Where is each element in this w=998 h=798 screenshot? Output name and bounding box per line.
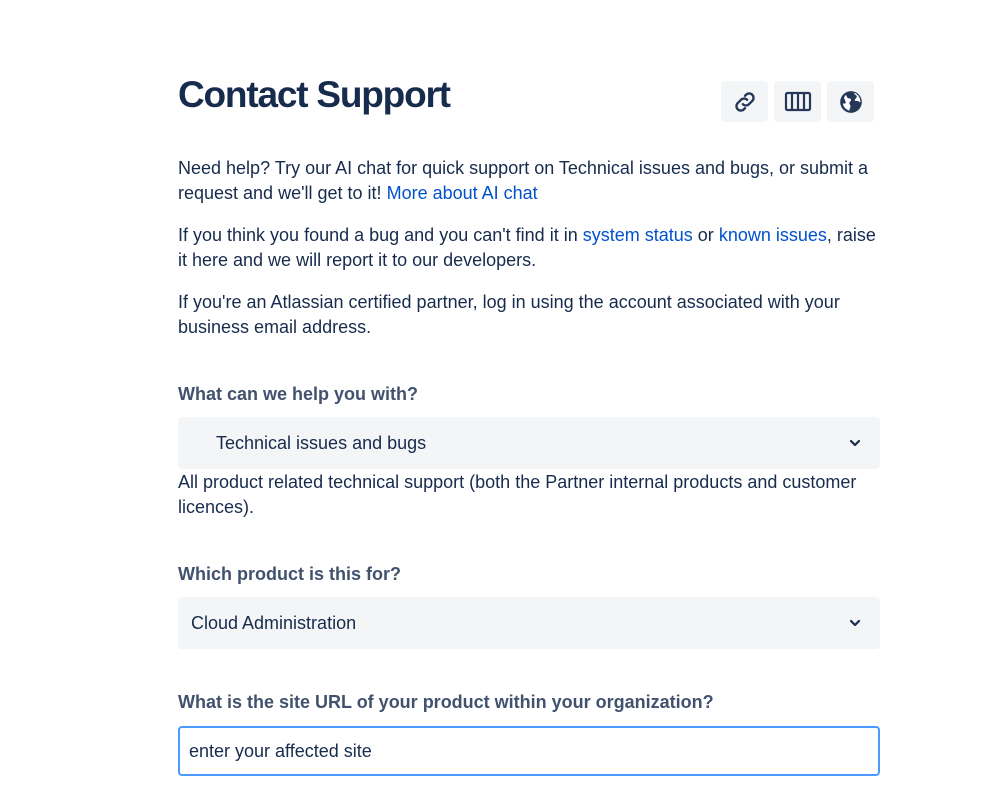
intro-ai-chat: Need help? Try our AI chat for quick sup… bbox=[178, 156, 880, 206]
board-button[interactable] bbox=[774, 81, 821, 122]
known-issues-link[interactable]: known issues bbox=[719, 225, 827, 245]
product-label: Which product is this for? bbox=[178, 564, 401, 584]
intro-partner-note: If you're an Atlassian certified partner… bbox=[178, 292, 840, 337]
system-status-link[interactable]: system status bbox=[583, 225, 693, 245]
product-select[interactable]: Cloud Administration bbox=[178, 597, 880, 649]
intro-bug-report: If you think you found a bug and you can… bbox=[178, 223, 880, 273]
copy-link-button[interactable] bbox=[721, 81, 768, 122]
globe-icon bbox=[839, 90, 862, 113]
help-type-label: What can we help you with? bbox=[178, 384, 419, 404]
header-actions bbox=[721, 81, 874, 122]
help-type-value: Technical issues and bugs bbox=[216, 432, 427, 453]
intro-or-text: or bbox=[697, 225, 714, 245]
language-button[interactable] bbox=[827, 81, 874, 122]
chevron-down-icon bbox=[849, 439, 861, 447]
page-title: Contact Support bbox=[178, 74, 451, 115]
site-url-label: What is the site URL of your product wit… bbox=[178, 692, 714, 712]
more-about-ai-chat-link[interactable]: More about AI chat bbox=[387, 183, 538, 203]
link-icon bbox=[734, 91, 755, 112]
site-url-input[interactable] bbox=[178, 726, 880, 776]
board-icon bbox=[784, 91, 811, 111]
chevron-down-icon bbox=[849, 619, 861, 627]
intro-bug-text: If you think you found a bug and you can… bbox=[178, 225, 578, 245]
help-type-description: All product related technical support (b… bbox=[178, 472, 857, 517]
product-value: Cloud Administration bbox=[191, 612, 357, 633]
help-type-select[interactable]: Technical issues and bugs bbox=[178, 417, 880, 469]
